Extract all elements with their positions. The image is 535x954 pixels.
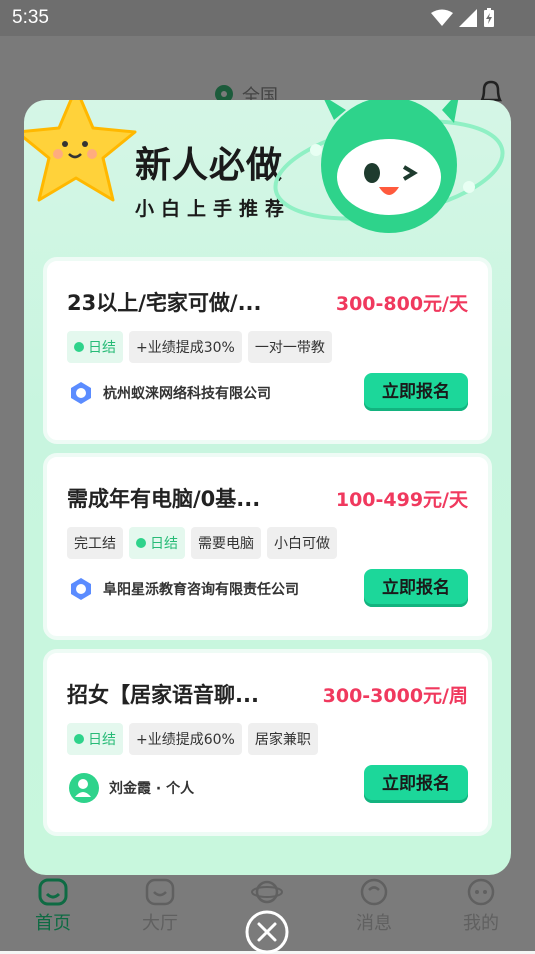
company-name: 阜阳星泺教育咨询有限责任公司 [103,582,299,598]
tab-profile-label: 我的 [463,913,499,934]
battery-icon [484,8,494,27]
wifi-icon [431,9,453,26]
job-tag: 日结 [67,723,123,755]
apply-button[interactable]: 立即报名 [364,765,468,803]
job-tag: 小白可做 [267,527,337,559]
dot-icon [136,538,146,548]
company-info: 刘金霞 · 个人 [69,773,194,803]
dot-icon [74,342,84,352]
job-salary: 300-800元/天 [335,293,468,315]
status-bar: 5:35 [0,0,535,36]
job-tag-text: 日结 [150,536,178,552]
job-tags: 完工结 日结 需要电脑 小白可做 [67,527,337,559]
job-tag: 居家兼职 [247,723,318,755]
job-tag: 完工结 [67,527,123,559]
star-mascot-icon [24,100,137,202]
tab-hall[interactable]: 大厅 [130,878,190,935]
job-salary: 100-499元/天 [335,489,468,511]
apply-button[interactable]: 立即报名 [364,373,468,411]
company-badge-icon [71,578,91,600]
apply-button[interactable]: 立即报名 [364,569,468,607]
tab-messages[interactable]: 消息 [344,878,404,935]
profile-icon [467,878,495,906]
job-card[interactable]: 招女【居家语音聊... 300-3000元/周 日结 +业绩提成60% 居家兼职… [43,649,492,836]
job-tag: 一对一带教 [247,331,332,363]
tab-home[interactable]: 首页 [23,878,83,935]
green-mascot-icon [273,100,505,233]
job-tag: 需要电脑 [191,527,261,559]
planet-icon [251,880,283,904]
company-name: 杭州蚁涞网络科技有限公司 [103,386,271,402]
job-card[interactable]: 需成年有电脑/0基... 100-499元/天 完工结 日结 需要电脑 小白可做… [43,453,492,640]
tab-hall-label: 大厅 [142,913,178,934]
system-icons [431,8,495,28]
tab-profile[interactable]: 我的 [451,878,511,935]
job-title: 需成年有电脑/0基... [67,487,261,511]
job-tag: 日结 [67,331,123,363]
home-icon [38,878,68,906]
company-badge-icon [71,382,91,404]
job-tag: 日结 [129,527,185,559]
job-title: 招女【居家语音聊... [67,683,259,707]
job-tags: 日结 +业绩提成60% 居家兼职 [67,723,318,755]
close-icon[interactable] [245,910,289,954]
job-tag-text: 日结 [88,340,116,356]
job-tag: +业绩提成60% [129,723,242,755]
tab-home-label: 首页 [35,913,71,934]
job-title: 23以上/宅家可做/... [67,291,262,315]
company-name: 刘金霞 · 个人 [109,781,195,797]
message-icon [360,878,388,906]
company-info: 阜阳星泺教育咨询有限责任公司 [69,577,299,601]
job-tag: +业绩提成30% [129,331,242,363]
tab-messages-label: 消息 [356,913,392,934]
modal-title: 新人必做 [135,145,284,186]
status-time: 5:35 [12,7,49,28]
person-avatar-icon [69,773,99,803]
job-tag-text: 日结 [88,732,116,748]
dot-icon [74,734,84,744]
hall-icon [145,878,175,906]
tab-planet[interactable] [237,878,297,909]
job-salary: 300-3000元/周 [322,685,468,707]
job-card[interactable]: 23以上/宅家可做/... 300-800元/天 日结 +业绩提成30% 一对一… [43,257,492,444]
job-tags: 日结 +业绩提成30% 一对一带教 [67,331,332,363]
newcomer-modal: 新人必做 小白上手推荐 23以上/宅家可做/... 300-800元/天 日结 … [24,100,511,875]
company-info: 杭州蚁涞网络科技有限公司 [69,381,271,405]
signal-icon [459,9,477,27]
